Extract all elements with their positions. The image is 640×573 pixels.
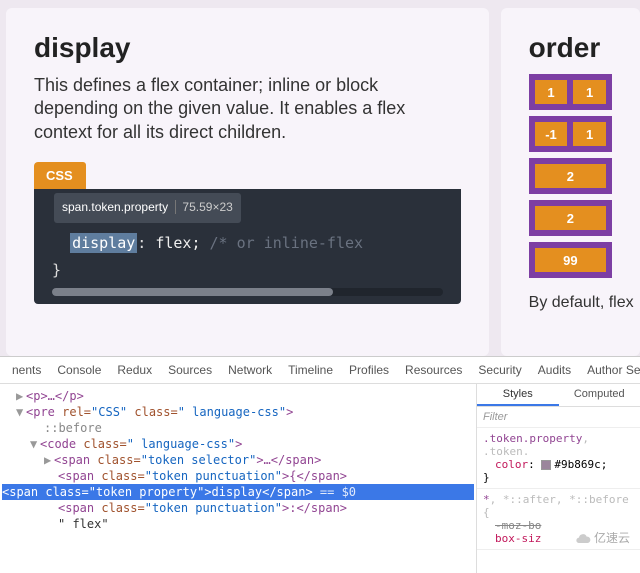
horizontal-scrollbar[interactable] [52, 288, 443, 296]
order-grid: 11 -11 2 2 99 [529, 74, 612, 278]
display-card: display This defines a flex container; i… [6, 8, 489, 356]
tab-sources[interactable]: Sources [160, 357, 220, 383]
order-title: order [529, 32, 612, 64]
order-row: 11 [529, 74, 612, 110]
dom-pseudo[interactable]: ::before [2, 420, 474, 436]
order-row: 2 [529, 158, 612, 194]
subtab-styles[interactable]: Styles [477, 384, 559, 406]
dom-node[interactable]: ▶<p>…</p> [2, 388, 474, 404]
dom-node[interactable]: <span class="token punctuation">{</span> [2, 468, 474, 484]
dom-node[interactable]: ▼<code class=" language-css"> [2, 436, 474, 452]
code-line-2: display: flex; /* or inline-flex [52, 230, 443, 257]
order-box: 1 [573, 122, 606, 146]
code-body[interactable]: span.token.property 75.59×23 .c display:… [34, 189, 461, 304]
dom-text-node[interactable]: " flex" [2, 516, 474, 532]
cloud-icon [575, 531, 591, 547]
styles-filter[interactable]: Filter [477, 407, 640, 428]
tooltip-selector: span.token.property [62, 200, 168, 214]
tab-console[interactable]: Console [49, 357, 109, 383]
dom-node-selected[interactable]: <span class="token property">display</sp… [2, 484, 474, 500]
highlighted-property: display [70, 233, 137, 253]
tab-profiles[interactable]: Profiles [341, 357, 397, 383]
code-line-3: } [52, 257, 443, 284]
css-rule[interactable]: .token.property, .token. color: #9b869c;… [477, 428, 640, 489]
color-swatch-icon[interactable] [541, 460, 551, 470]
dom-node[interactable]: ▼<pre rel="CSS" class=" language-css"> [2, 404, 474, 420]
dom-tree[interactable]: ▶<p>…</p> ▼<pre rel="CSS" class=" langua… [0, 384, 476, 573]
order-row: 99 [529, 242, 612, 278]
tooltip-dimensions: 75.59×23 [175, 200, 232, 214]
order-box: 1 [573, 80, 606, 104]
order-box: -1 [535, 122, 568, 146]
order-box: 99 [535, 248, 606, 272]
code-lang-tab: CSS [34, 162, 86, 189]
display-title: display [34, 32, 461, 64]
dom-node[interactable]: ▶<span class="token selector">…</span> [2, 452, 474, 468]
styles-subtabs: Styles Computed [477, 384, 640, 407]
dom-node[interactable]: <span class="token punctuation">:</span> [2, 500, 474, 516]
order-row: -11 [529, 116, 612, 152]
tab-resources[interactable]: Resources [397, 357, 470, 383]
display-desc: This defines a flex container; inline or… [34, 74, 461, 144]
watermark: 亿速云 [571, 527, 634, 549]
inspect-tooltip: span.token.property 75.59×23 [54, 193, 241, 223]
order-card: order 11 -11 2 2 99 By default, flex [501, 8, 640, 356]
order-box: 2 [535, 164, 606, 188]
tab-redux[interactable]: Redux [109, 357, 160, 383]
subtab-computed[interactable]: Computed [559, 384, 640, 406]
tab-security[interactable]: Security [470, 357, 529, 383]
code-block: CSS span.token.property 75.59×23 .c disp… [34, 162, 461, 304]
tab-elements[interactable]: nents [4, 357, 49, 383]
order-box: 2 [535, 206, 606, 230]
devtools-panel: nents Console Redux Sources Network Time… [0, 356, 640, 573]
tab-timeline[interactable]: Timeline [280, 357, 341, 383]
tab-network[interactable]: Network [220, 357, 280, 383]
order-box: 1 [535, 80, 568, 104]
order-desc: By default, flex [529, 294, 612, 312]
order-row: 2 [529, 200, 612, 236]
tab-audits[interactable]: Audits [530, 357, 579, 383]
devtools-tabs: nents Console Redux Sources Network Time… [0, 357, 640, 384]
tab-author-settings[interactable]: Author Settings [579, 357, 640, 383]
